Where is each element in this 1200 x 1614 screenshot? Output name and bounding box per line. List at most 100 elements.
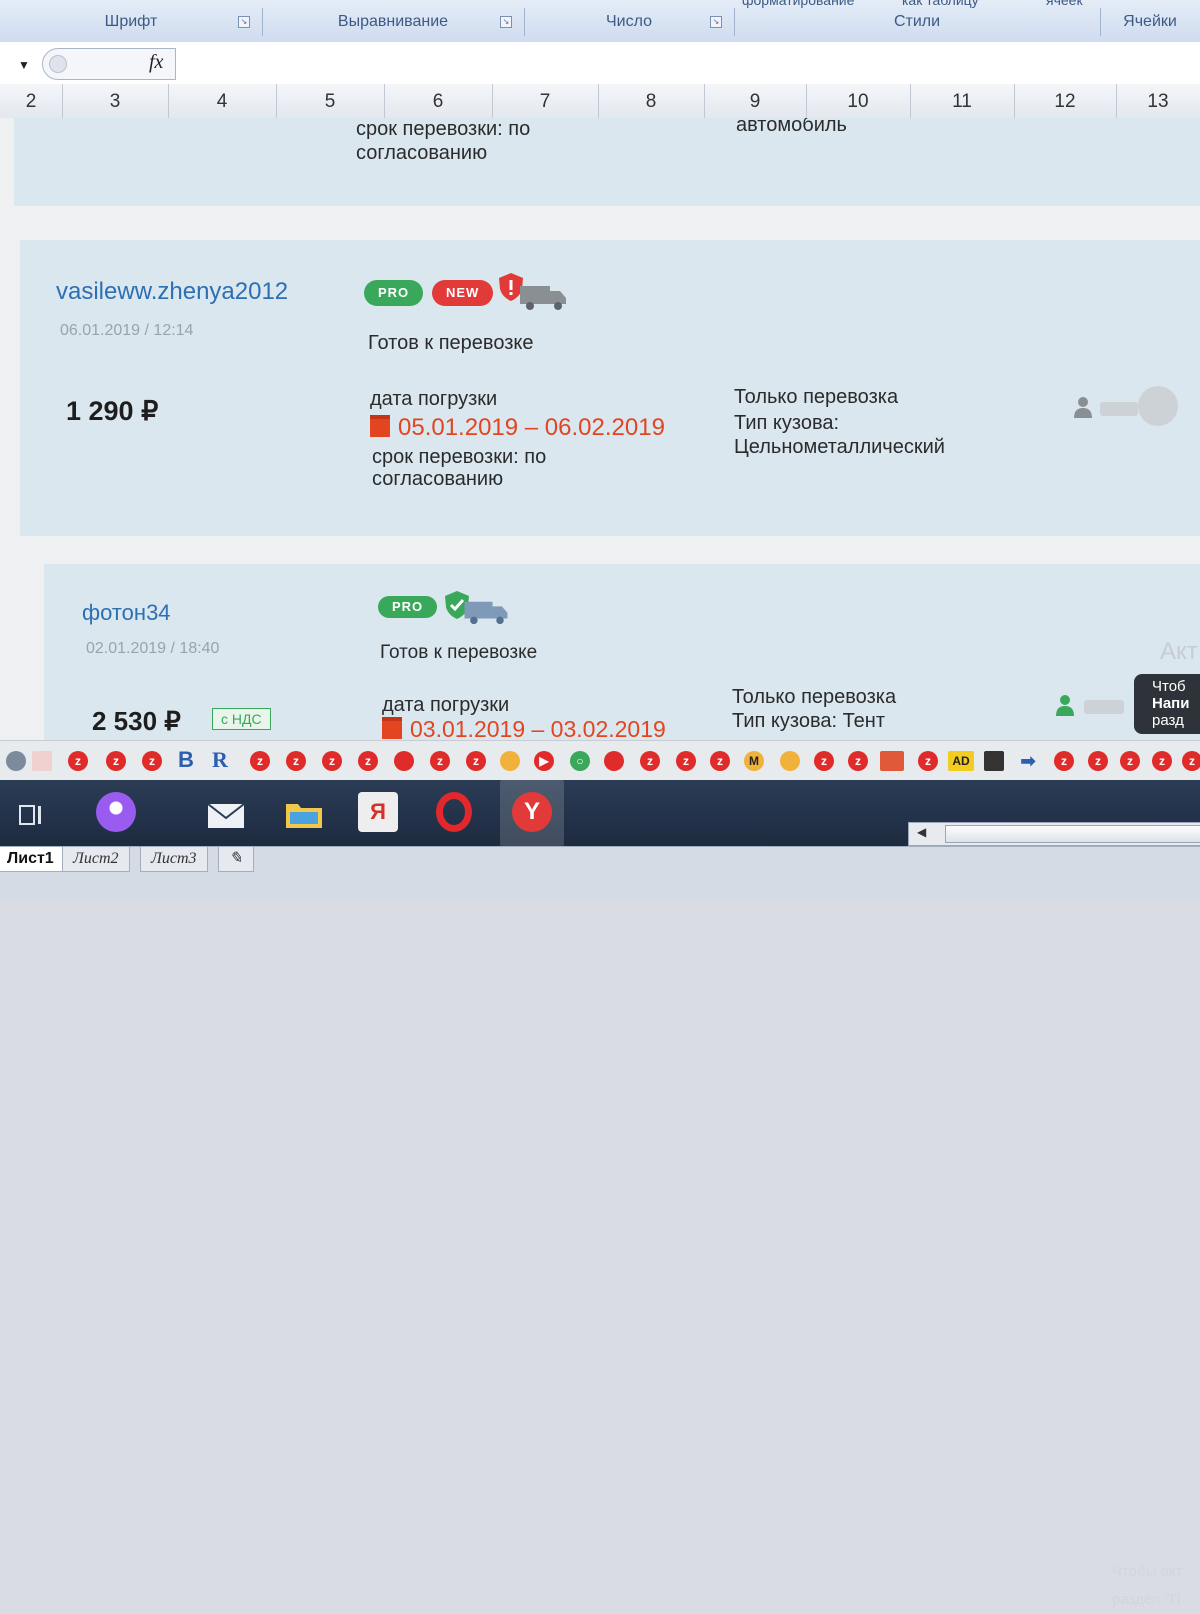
ribbon-group-number-label: Число [605,13,652,30]
contact-placeholder [1084,700,1124,714]
bookmark-z-icon[interactable]: z [322,751,342,771]
bookmark-z-icon[interactable]: z [142,751,162,771]
bookmark-b-icon[interactable]: B [178,747,194,773]
sheet-tab-3[interactable]: Лист3 [140,847,208,872]
ribbon-group-alignment-label: Выравнивание [337,13,449,30]
bookmark-ad-icon[interactable]: AD [948,751,974,771]
ribbon-group-cells: Ячейки [1100,8,1200,36]
bookmark-z-icon[interactable]: z [1088,751,1108,771]
column-header[interactable]: 4 [168,84,277,118]
alice-assistant-icon[interactable] [96,792,136,832]
namebox-dropdown-icon[interactable]: ▼ [18,58,30,72]
opera-browser-icon[interactable] [436,792,472,832]
column-headers: 2 3 4 5 6 7 8 9 10 11 12 13 [0,84,1200,119]
listing-datetime: 06.01.2019 / 12:14 [60,322,194,339]
mail-icon[interactable] [206,800,246,830]
calendar-icon [370,415,390,437]
bookmark-z-icon[interactable]: z [1054,751,1074,771]
bookmark-z-icon[interactable]: z [1182,751,1200,771]
bookmark-z-icon[interactable]: z [250,751,270,771]
bookmark-z-icon[interactable]: z [676,751,696,771]
bookmark-z-icon[interactable]: z [68,751,88,771]
bookmark-z-icon[interactable]: z [848,751,868,771]
bookmark-play-icon[interactable]: ▶ [534,751,554,771]
insert-function-button[interactable]: fx [149,51,163,74]
column-header[interactable]: 8 [598,84,705,118]
vat-badge: с НДС [212,708,271,730]
carrier-username-link[interactable]: фотон34 [82,600,171,626]
listing-price: 1 290 ₽ [66,396,159,426]
column-header[interactable]: 11 [910,84,1015,118]
insert-sheet-icon[interactable]: ✎ [218,847,254,872]
ribbon-label-format-as-table[interactable]: как таблицу [902,0,979,8]
bookmark-z-icon[interactable]: z [814,751,834,771]
body-type-label: Тип кузова: Тент [732,710,885,732]
ribbon-group-styles: Стили [734,8,1101,36]
bookmark-z-icon[interactable]: z [358,751,378,771]
column-header[interactable]: 5 [276,84,385,118]
bookmark-shop-icon[interactable] [880,751,904,771]
bookmark-z-icon[interactable]: z [466,751,486,771]
ribbon-label-conditional-format[interactable]: форматирование [742,0,854,8]
yandex-browser-icon[interactable]: Y [512,792,552,832]
horizontal-scrollbar[interactable]: ◀ [908,822,1200,846]
bookmark-z-icon[interactable]: z [918,751,938,771]
bookmark-z-icon[interactable]: z [1120,751,1140,771]
bookmark-z-icon[interactable]: z [1152,751,1172,771]
bookmark-z-icon[interactable]: z [286,751,306,771]
background-text: Акт [1160,638,1198,665]
column-header[interactable]: 12 [1014,84,1117,118]
bookmark-ring-icon[interactable]: ○ [570,751,590,771]
bookmark-z-icon[interactable]: z [430,751,450,771]
bookmark-z-icon[interactable]: z [640,751,660,771]
column-header[interactable]: 3 [62,84,169,118]
listing-card-previous [14,118,1200,206]
resize-handle[interactable] [49,55,67,73]
dialog-launcher-icon[interactable]: ↘ [238,16,250,28]
bookmark-z-icon[interactable]: z [106,751,126,771]
chat-popup-title: Напи [1152,695,1190,712]
column-header[interactable]: 7 [492,84,599,118]
carrier-status: Готов к перевозке [380,642,538,663]
scroll-left-icon[interactable]: ◀ [917,825,926,839]
contact-placeholder [1100,402,1138,416]
scroll-thumb[interactable] [945,825,1200,843]
bookmark-r-icon[interactable]: R [212,747,228,773]
activation-line2: раздел "П [1112,1591,1181,1608]
listing-price: 2 530 ₽ [92,706,181,736]
bookmark-z-icon[interactable]: z [710,751,730,771]
phone-icon[interactable] [1138,386,1178,426]
sheet-tab-2[interactable]: Лист2 [62,847,130,872]
column-header[interactable]: 13 [1116,84,1200,118]
column-header[interactable]: 6 [384,84,493,118]
dialog-launcher-icon[interactable]: ↘ [710,16,722,28]
formula-input[interactable] [176,48,1200,78]
person-icon[interactable] [1074,396,1092,418]
bookmark-icon[interactable] [6,751,26,771]
sheet-tab-1[interactable]: Лист1 [0,847,65,872]
chat-popup[interactable]: Чтоб Напи разд [1134,674,1200,734]
bookmark-leaf-icon[interactable] [780,751,800,771]
task-view-icon[interactable] [18,802,44,828]
file-explorer-icon[interactable] [284,798,324,830]
ribbon-label-cell-styles[interactable]: ячеек [1046,0,1083,8]
bookmark-cloud-icon[interactable] [604,751,624,771]
carrier-username-link[interactable]: vasileww.zhenya2012 [56,278,288,306]
bookmark-cart-icon[interactable] [984,751,1004,771]
column-header[interactable]: 2 [0,84,63,118]
column-header[interactable]: 9 [704,84,807,118]
yandex-browser-shortcut-icon[interactable]: Я [358,792,398,832]
loading-date-value: 05.01.2019 – 06.02.2019 [398,414,665,441]
column-header[interactable]: 10 [806,84,911,118]
bookmark-yellow-icon[interactable] [500,751,520,771]
ribbon-group-cells-label: Ячейки [1123,13,1177,30]
person-icon[interactable] [1056,694,1074,716]
ribbon-group-styles-label: Стили [893,13,941,30]
bookmark-m-icon[interactable]: M [744,751,764,771]
ribbon-group-number: Число ↘ [524,8,735,36]
loading-date-value: 03.01.2019 – 03.02.2019 [410,716,666,740]
bookmark-cloud-icon[interactable] [394,751,414,771]
chart-bookmark-icon[interactable] [32,751,52,771]
dialog-launcher-icon[interactable]: ↘ [500,16,512,28]
bookmark-arrow-icon[interactable]: ➡ [1018,751,1038,771]
